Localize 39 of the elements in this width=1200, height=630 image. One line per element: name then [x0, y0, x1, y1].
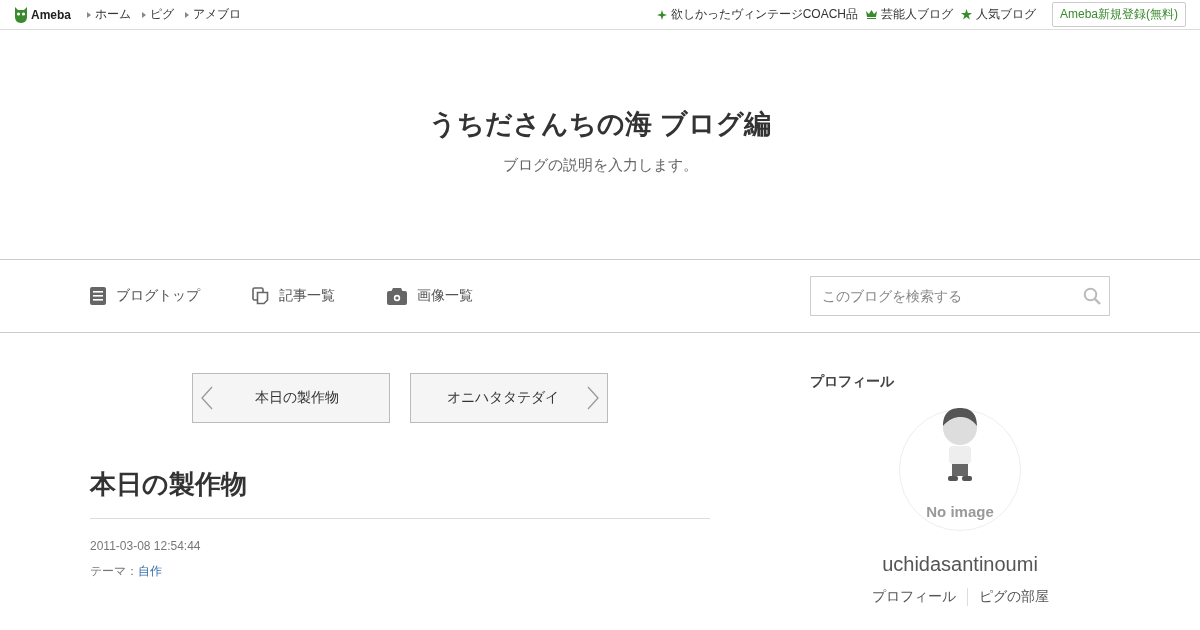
- logo-text: Ameba: [31, 7, 71, 22]
- no-image-label: No image: [925, 503, 995, 520]
- triangle-icon: [87, 11, 91, 18]
- header-link[interactable]: 芸能人ブログ: [866, 6, 953, 23]
- chevron-left-icon: [201, 386, 213, 410]
- crown-icon: [866, 10, 877, 19]
- search-icon[interactable]: [1083, 287, 1101, 305]
- ameba-logo[interactable]: Ameba: [14, 6, 71, 23]
- header-link[interactable]: 人気ブログ: [961, 6, 1036, 23]
- blog-menu-link[interactable]: 記事一覧: [252, 287, 335, 305]
- chevron-right-icon: [587, 386, 599, 410]
- blog-menu-link[interactable]: ブログトップ: [90, 287, 200, 305]
- blog-description: ブログの説明を入力します。: [502, 156, 698, 175]
- blog-title: うちださんちの海 ブログ編: [429, 108, 771, 141]
- monster-icon: [14, 6, 28, 23]
- star-icon: [961, 9, 972, 20]
- nav-link[interactable]: ホーム: [87, 6, 131, 23]
- profile-link[interactable]: プロフィール: [860, 588, 967, 606]
- document-icon: [90, 287, 106, 305]
- header-link[interactable]: 欲しかったヴィンテージCOACH品: [656, 6, 858, 23]
- copy-icon: [252, 287, 269, 305]
- profile-name: uchidasantinoumi: [882, 553, 1038, 576]
- previous-entry-button[interactable]: 本日の製作物: [192, 373, 390, 423]
- triangle-icon: [142, 11, 146, 18]
- next-entry-button[interactable]: オニハタタテダイ: [410, 373, 608, 423]
- theme-label: テーマ：: [90, 563, 138, 580]
- article-date: 2011-03-08 12:54:44: [90, 539, 202, 553]
- sparkle-icon: [656, 9, 667, 20]
- nav-link[interactable]: アメブロ: [185, 6, 241, 23]
- camera-icon: [387, 287, 407, 305]
- signup-button[interactable]: Ameba新規登録(無料): [1052, 2, 1186, 27]
- nav-link[interactable]: ピグ: [142, 6, 174, 23]
- profile-link[interactable]: ピグの部屋: [966, 588, 1060, 606]
- triangle-icon: [185, 11, 189, 18]
- article-title: 本日の製作物: [90, 467, 710, 519]
- profile-heading: プロフィール: [810, 373, 894, 391]
- search-field[interactable]: このブログを検索する: [810, 276, 1110, 316]
- blog-menu-link[interactable]: 画像一覧: [387, 287, 473, 305]
- theme-link[interactable]: 自作: [138, 563, 162, 580]
